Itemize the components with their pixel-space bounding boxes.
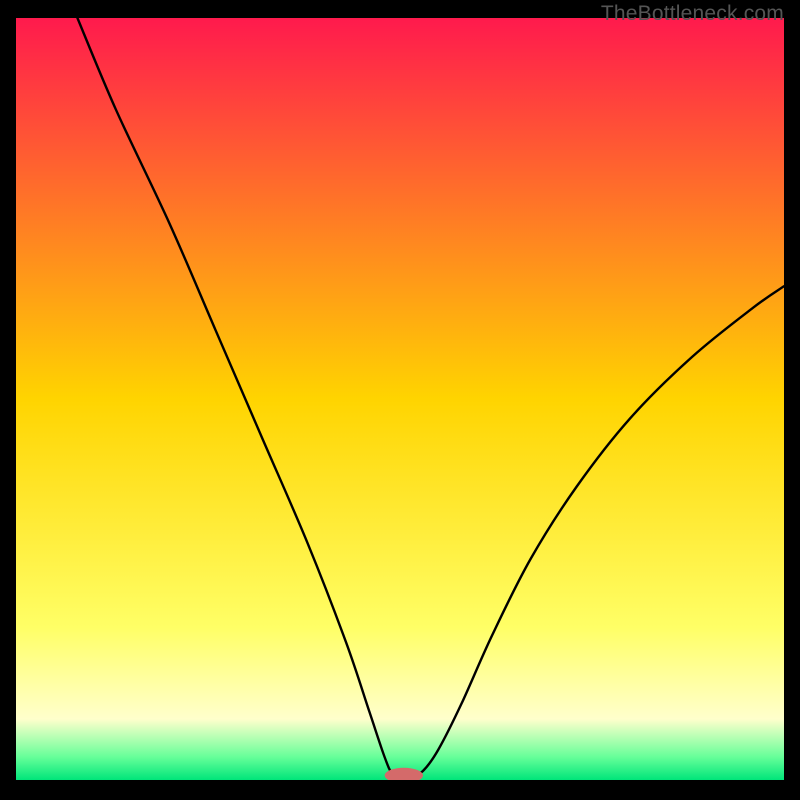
chart-background (16, 18, 784, 780)
chart-svg (16, 18, 784, 780)
watermark-text: TheBottleneck.com (601, 2, 784, 26)
chart-plot-area (16, 18, 784, 780)
